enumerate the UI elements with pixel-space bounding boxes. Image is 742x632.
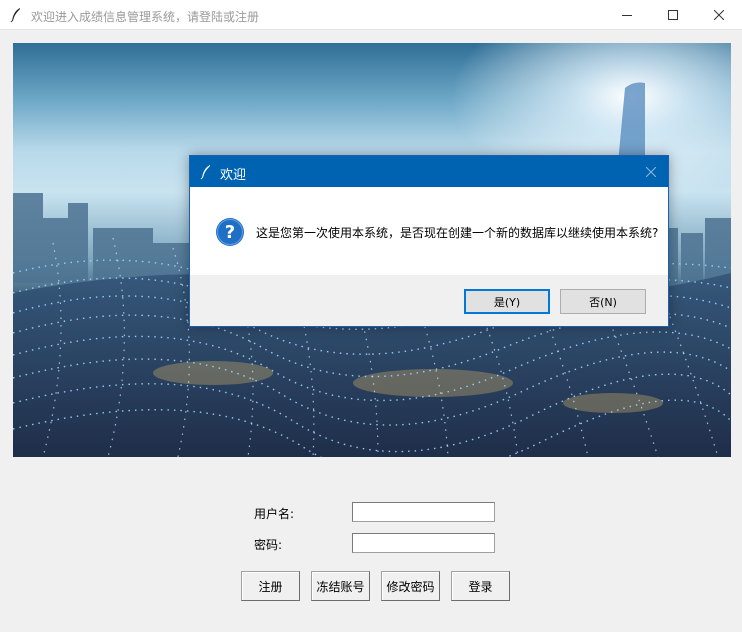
feather-icon <box>200 165 210 180</box>
dialog-message: 这是您第一次使用本系统，是否现在创建一个新的数据库以继续使用本系统? <box>256 226 659 240</box>
no-button[interactable]: 否(N) <box>560 289 646 314</box>
svg-text:?: ? <box>225 222 235 243</box>
password-input[interactable] <box>352 533 495 553</box>
username-label: 用户名: <box>254 507 295 521</box>
dialog-body: ? 这是您第一次使用本系统，是否现在创建一个新的数据库以继续使用本系统? <box>190 187 668 275</box>
dialog-close-button[interactable] <box>634 156 668 187</box>
maximize-button[interactable] <box>650 0 696 30</box>
register-button[interactable]: 注册 <box>241 571 300 601</box>
dialog-title: 欢迎 <box>220 168 247 183</box>
minimize-icon <box>622 15 632 16</box>
question-icon: ? <box>216 218 244 246</box>
close-icon <box>714 10 724 20</box>
maximize-icon <box>668 10 678 20</box>
window-titlebar: 欢迎进入成绩信息管理系统，请登陆或注册 <box>0 0 742 30</box>
window-title: 欢迎进入成绩信息管理系统，请登陆或注册 <box>31 10 260 24</box>
username-input[interactable] <box>352 502 495 522</box>
feather-icon <box>10 8 20 23</box>
dialog-titlebar: 欢迎 <box>190 156 668 187</box>
login-button[interactable]: 登录 <box>451 571 510 601</box>
minimize-button[interactable] <box>604 0 650 30</box>
close-icon <box>646 166 656 177</box>
change-password-button[interactable]: 修改密码 <box>381 571 440 601</box>
dialog-footer: 是(Y) 否(N) <box>190 275 668 326</box>
welcome-dialog: 欢迎 ? 这是您第一次使用本系统，是否现在创建一个新的数据库以继续使用本系统? … <box>189 155 669 327</box>
password-label: 密码: <box>254 538 283 552</box>
close-button[interactable] <box>696 0 742 30</box>
freeze-account-button[interactable]: 冻结账号 <box>311 571 370 601</box>
yes-button[interactable]: 是(Y) <box>464 289 550 314</box>
